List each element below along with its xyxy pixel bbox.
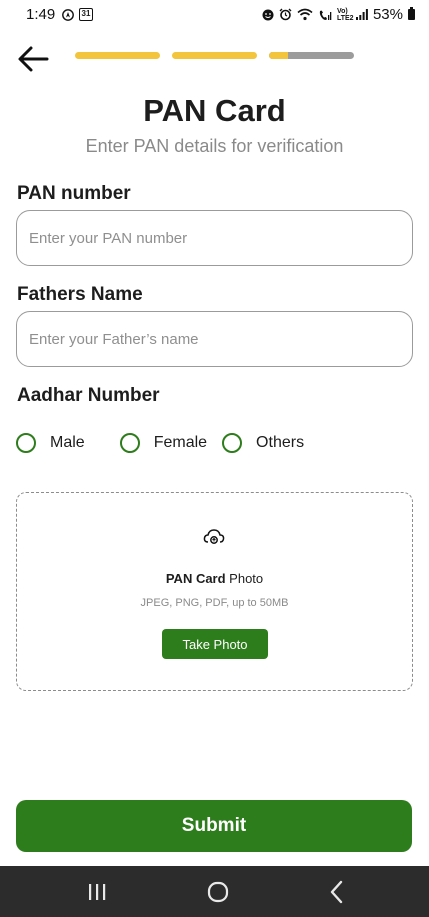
page-title: PAN Card [143, 93, 286, 128]
upload-hint: JPEG, PNG, PDF, up to 50MB [140, 597, 289, 609]
smiley-notification-icon [262, 9, 274, 20]
location-notification-icon [62, 8, 74, 21]
status-time: 1:49 [26, 6, 56, 23]
chevron-left-icon [330, 880, 343, 904]
status-bar: 1:49 31 Vo) LTE2 53% [0, 0, 429, 32]
pan-number-input[interactable] [16, 210, 413, 266]
fathers-name-input[interactable] [16, 311, 413, 367]
volte-label: Vo) LTE2 [336, 7, 354, 22]
fathers-name-label: Fathers Name [17, 284, 143, 305]
arrow-left-icon [18, 46, 49, 72]
radio-female[interactable]: Female [119, 433, 208, 453]
upload-title-bold: PAN Card [165, 571, 226, 586]
upload-title: PAN Card Photo [17, 571, 412, 586]
system-back-button[interactable] [323, 879, 351, 905]
call-signal-icon [319, 10, 332, 20]
page-subtitle: Enter PAN details for verification [85, 136, 344, 156]
radio-label-female: Female [153, 434, 208, 451]
progress-step-2 [172, 52, 257, 59]
radio-circle[interactable] [119, 433, 140, 453]
calendar-icon: 31 [79, 8, 93, 21]
aadhar-number-label: Aadhar Number [17, 385, 160, 406]
gender-radio-group: Male Female Others [16, 433, 304, 453]
radio-circle[interactable] [16, 433, 36, 453]
home-button[interactable] [204, 879, 232, 905]
progress-step-3 [269, 52, 354, 59]
progress-step-3-fill [269, 52, 288, 59]
pan-number-label: PAN number [17, 183, 131, 204]
pan-photo-upload-area[interactable]: PAN Card Photo JPEG, PNG, PDF, up to 50M… [16, 492, 413, 691]
battery-icon [408, 7, 415, 20]
cloud-upload-icon [203, 529, 225, 544]
alarm-icon [279, 8, 292, 21]
radio-circle[interactable] [222, 433, 243, 453]
radio-male[interactable]: Male [16, 433, 85, 453]
back-button[interactable] [16, 44, 50, 74]
home-icon [207, 881, 229, 903]
take-photo-button[interactable]: Take Photo [162, 629, 268, 659]
radio-others[interactable]: Others [222, 433, 304, 453]
progress-step-1 [75, 52, 160, 59]
wifi-icon [297, 8, 313, 21]
recent-apps-icon [89, 884, 106, 900]
radio-label-male: Male [50, 434, 85, 451]
recent-apps-button[interactable] [83, 879, 111, 905]
submit-button[interactable]: Submit [16, 800, 412, 852]
signal-icon [355, 9, 368, 20]
radio-label-others: Others [256, 434, 305, 451]
battery-percent: 53% [372, 6, 403, 23]
system-nav-bar [0, 866, 429, 917]
upload-title-rest: Photo [225, 571, 264, 586]
